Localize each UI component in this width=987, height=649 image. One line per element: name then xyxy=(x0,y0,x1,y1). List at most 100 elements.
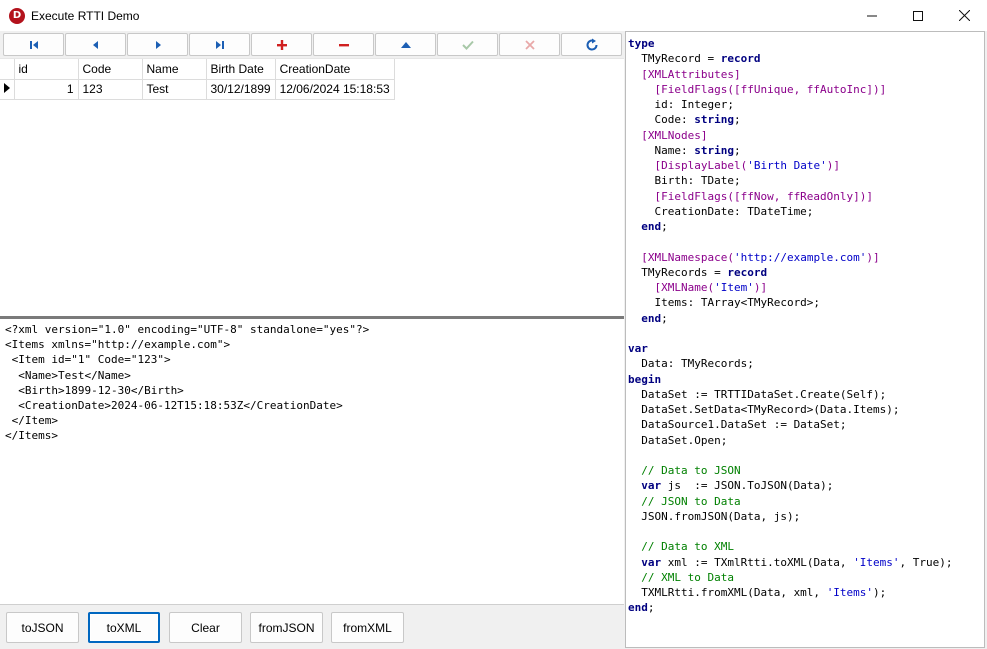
code-token: TMyRecord = xyxy=(628,52,721,66)
row-indicator xyxy=(0,79,15,100)
code-line: DataSet.SetData<TMyRecord>(Data.Items); xyxy=(628,402,982,417)
code-line: Birth: TDate; xyxy=(628,173,982,188)
code-token: var xyxy=(628,342,648,355)
code-token: )] xyxy=(753,281,768,294)
code-line: id: Integer; xyxy=(628,97,982,112)
code-line: [XMLName('Item')] xyxy=(628,280,982,295)
code-line: CreationDate: TDateTime; xyxy=(628,204,982,219)
code-line: [XMLNamespace('http://example.com')] xyxy=(628,250,982,265)
code-line: JSON.fromJSON(Data, js); xyxy=(628,509,982,524)
code-line: end; xyxy=(628,219,982,234)
code-token: 'http://example.com' xyxy=(733,250,867,264)
code-line: var xyxy=(628,341,982,356)
code-token: ; xyxy=(661,220,668,233)
code-token: string xyxy=(694,113,734,127)
code-token: , True); xyxy=(899,555,953,569)
next-record-button[interactable] xyxy=(127,33,188,56)
delete-record-button[interactable] xyxy=(313,33,374,56)
xml-output-memo[interactable]: <?xml version="1.0" encoding="UTF-8" sta… xyxy=(0,319,624,605)
prior-record-button[interactable] xyxy=(65,33,126,56)
grid-cell-creation-date[interactable]: 12/06/2024 15:18:53 xyxy=(275,79,395,100)
to-json-button[interactable]: toJSON xyxy=(6,612,79,643)
code-token: TXMLRtti.fromXML(Data, xml, xyxy=(628,586,827,599)
code-token: string xyxy=(694,143,734,157)
code-line: end; xyxy=(628,311,982,326)
from-json-button[interactable]: fromJSON xyxy=(250,612,323,643)
code-token: var xyxy=(641,555,662,569)
code-token: DataSource1.DataSet := DataSet; xyxy=(628,418,847,432)
code-line: // XML to Data xyxy=(628,570,982,585)
code-token: // XML to Data xyxy=(628,570,734,584)
close-button[interactable] xyxy=(941,0,987,31)
post-record-button[interactable] xyxy=(437,33,498,56)
refresh-records-button[interactable] xyxy=(561,33,622,56)
edit-record-button[interactable] xyxy=(375,33,436,56)
action-button-bar: toJSON toXML Clear fromJSON fromXML xyxy=(0,605,624,649)
code-token: // JSON to Data xyxy=(628,494,741,508)
code-token: )] xyxy=(866,250,880,264)
clear-button[interactable]: Clear xyxy=(169,612,242,643)
data-grid[interactable]: id Code Name Birth Date CreationDate 1 1… xyxy=(0,58,624,316)
code-token: xml := TXmlRtti.toXML(Data, xyxy=(661,555,854,569)
close-icon xyxy=(958,10,970,21)
to-xml-button[interactable]: toXML xyxy=(88,612,160,643)
code-token: ); xyxy=(873,586,887,599)
code-token: end xyxy=(628,601,648,615)
code-token: Items: TArray<TMyRecord>; xyxy=(628,296,821,310)
minimize-button[interactable] xyxy=(849,0,895,31)
code-token: [FieldFlags([ffNow, ffReadOnly])] xyxy=(628,189,874,203)
minimize-icon xyxy=(867,15,877,16)
code-token: Code: xyxy=(628,113,695,127)
source-code-memo[interactable]: type TMyRecord = record [XMLAttributes] … xyxy=(625,31,985,648)
code-token: CreationDate: TDateTime; xyxy=(628,204,814,218)
code-token: JSON.fromJSON(Data, js); xyxy=(628,509,801,523)
grid-column-header[interactable]: CreationDate xyxy=(275,59,395,80)
code-line: Code: string; xyxy=(628,112,982,127)
grid-indicator-header xyxy=(0,59,15,80)
grid-column-header[interactable]: id xyxy=(14,59,79,80)
code-token: js := JSON.ToJSON(Data); xyxy=(661,479,834,493)
code-line: DataSet := TRTTIDataSet.Create(Self); xyxy=(628,387,982,402)
code-token: )] xyxy=(826,159,840,172)
table-row[interactable]: 1 123 Test 30/12/1899 12/06/2024 15:18:5… xyxy=(0,79,395,100)
code-token: ; xyxy=(661,311,668,325)
code-line: Data: TMyRecords; xyxy=(628,356,982,371)
code-line: TMyRecord = record xyxy=(628,51,982,66)
grid-cell-code[interactable]: 123 xyxy=(78,79,143,100)
grid-cell-name[interactable]: Test xyxy=(142,79,207,100)
code-token: 'Birth Date' xyxy=(747,159,827,172)
first-icon xyxy=(29,40,38,49)
code-token: ; xyxy=(733,113,741,127)
code-line: type xyxy=(628,36,982,51)
code-token: DataSet.SetData<TMyRecord>(Data.Items); xyxy=(628,403,900,416)
grid-header-row: id Code Name Birth Date CreationDate xyxy=(0,59,395,80)
code-token: record xyxy=(727,265,768,279)
first-record-button[interactable] xyxy=(3,33,64,56)
from-xml-button[interactable]: fromXML xyxy=(331,612,404,643)
grid-cell-id[interactable]: 1 xyxy=(14,79,79,100)
last-record-button[interactable] xyxy=(189,33,250,56)
grid-cell-birth-date[interactable]: 30/12/1899 xyxy=(206,79,276,100)
cancel-record-button[interactable] xyxy=(499,33,560,56)
insert-record-button[interactable] xyxy=(251,33,312,56)
grid-column-header[interactable]: Code xyxy=(78,59,143,80)
code-token: Data: TMyRecords; xyxy=(628,357,754,371)
code-token: 'Items' xyxy=(826,586,874,599)
minus-icon xyxy=(338,43,349,46)
next-icon xyxy=(155,40,161,49)
maximize-button[interactable] xyxy=(895,0,941,31)
code-token: Name: xyxy=(628,143,695,157)
code-line: DataSource1.DataSet := DataSet; xyxy=(628,417,982,432)
last-icon xyxy=(215,40,224,49)
grid-column-header[interactable]: Birth Date xyxy=(206,59,276,80)
grid-column-header[interactable]: Name xyxy=(142,59,207,80)
prior-icon xyxy=(92,40,98,49)
code-token: var xyxy=(641,479,662,493)
code-line: var js := JSON.ToJSON(Data); xyxy=(628,478,982,493)
code-token: id: Integer; xyxy=(628,98,734,111)
refresh-icon xyxy=(586,38,598,51)
code-line: // Data to JSON xyxy=(628,463,982,478)
